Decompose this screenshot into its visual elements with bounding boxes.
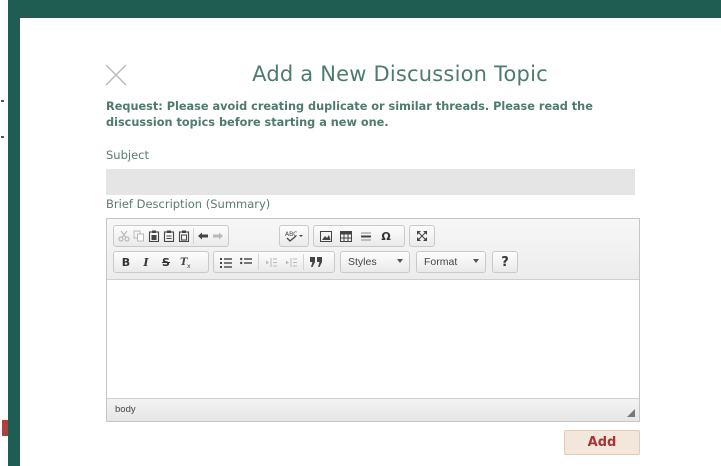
bold-button[interactable]: B — [116, 253, 136, 271]
svg-text:x: x — [187, 263, 191, 268]
summary-label: Brief Description (Summary) — [106, 197, 271, 211]
window-top-border — [0, 0, 721, 18]
clipboard-group — [113, 225, 229, 247]
close-icon[interactable] — [104, 63, 128, 87]
duplicate-notice: Request: Please avoid creating duplicate… — [106, 100, 593, 129]
remove-format-icon[interactable]: Tx — [176, 253, 196, 271]
subject-label: Subject — [106, 148, 149, 162]
editor-content-area[interactable] — [107, 280, 639, 398]
spellcheck-icon[interactable]: ABC — [282, 227, 306, 245]
chevron-down-icon — [397, 259, 403, 263]
styles-dropdown-label: Styles — [348, 256, 377, 268]
strike-button[interactable]: S — [156, 253, 176, 271]
cut-icon[interactable] — [116, 227, 131, 245]
indent-icon[interactable] — [281, 253, 301, 271]
paste-text-icon[interactable] — [161, 227, 176, 245]
background-mark — [1, 136, 4, 138]
paragraph-group — [213, 251, 335, 273]
chevron-down-icon — [473, 259, 479, 263]
blockquote-icon[interactable] — [306, 253, 326, 271]
background-mark — [2, 420, 8, 436]
help-button[interactable]: ? — [495, 253, 515, 271]
undo-icon[interactable] — [196, 227, 211, 245]
format-dropdown[interactable]: Format — [416, 251, 486, 273]
editor-toolbar: ABC Ω B I S Tx Styles Format ? — [107, 219, 639, 280]
add-button[interactable]: Add — [564, 430, 640, 455]
italic-button[interactable]: I — [136, 253, 156, 271]
help-group: ? — [492, 251, 518, 273]
maximize-icon[interactable] — [412, 227, 432, 245]
insert-group: Ω — [313, 225, 405, 247]
copy-icon[interactable] — [131, 227, 146, 245]
maximize-group — [409, 225, 435, 247]
special-char-icon[interactable]: Ω — [376, 227, 396, 245]
styles-dropdown[interactable]: Styles — [340, 251, 410, 273]
numbered-list-icon[interactable] — [216, 253, 236, 271]
table-icon[interactable] — [336, 227, 356, 245]
format-dropdown-label: Format — [424, 256, 458, 268]
toolbar-separator — [193, 228, 194, 244]
redo-icon[interactable] — [211, 227, 226, 245]
rich-text-editor: ABC Ω B I S Tx Styles Format ? body — [106, 218, 640, 422]
background-mark — [1, 100, 4, 102]
horizontal-rule-icon[interactable] — [356, 227, 376, 245]
toolbar-separator — [258, 254, 259, 270]
editor-statusbar: body — [107, 398, 639, 421]
bulleted-list-icon[interactable] — [236, 253, 256, 271]
spellcheck-group: ABC — [279, 225, 309, 247]
resize-handle-icon[interactable] — [627, 409, 635, 417]
image-icon[interactable] — [316, 227, 336, 245]
dialog-title: Add a New Discussion Topic — [252, 62, 548, 86]
outdent-icon[interactable] — [261, 253, 281, 271]
subject-input[interactable] — [106, 169, 635, 195]
toolbar-separator — [303, 254, 304, 270]
paste-icon[interactable] — [146, 227, 161, 245]
element-path[interactable]: body — [115, 404, 136, 415]
basic-styles-group: B I S Tx — [113, 251, 209, 273]
paste-word-icon[interactable] — [176, 227, 191, 245]
background-page-edge — [0, 0, 8, 466]
